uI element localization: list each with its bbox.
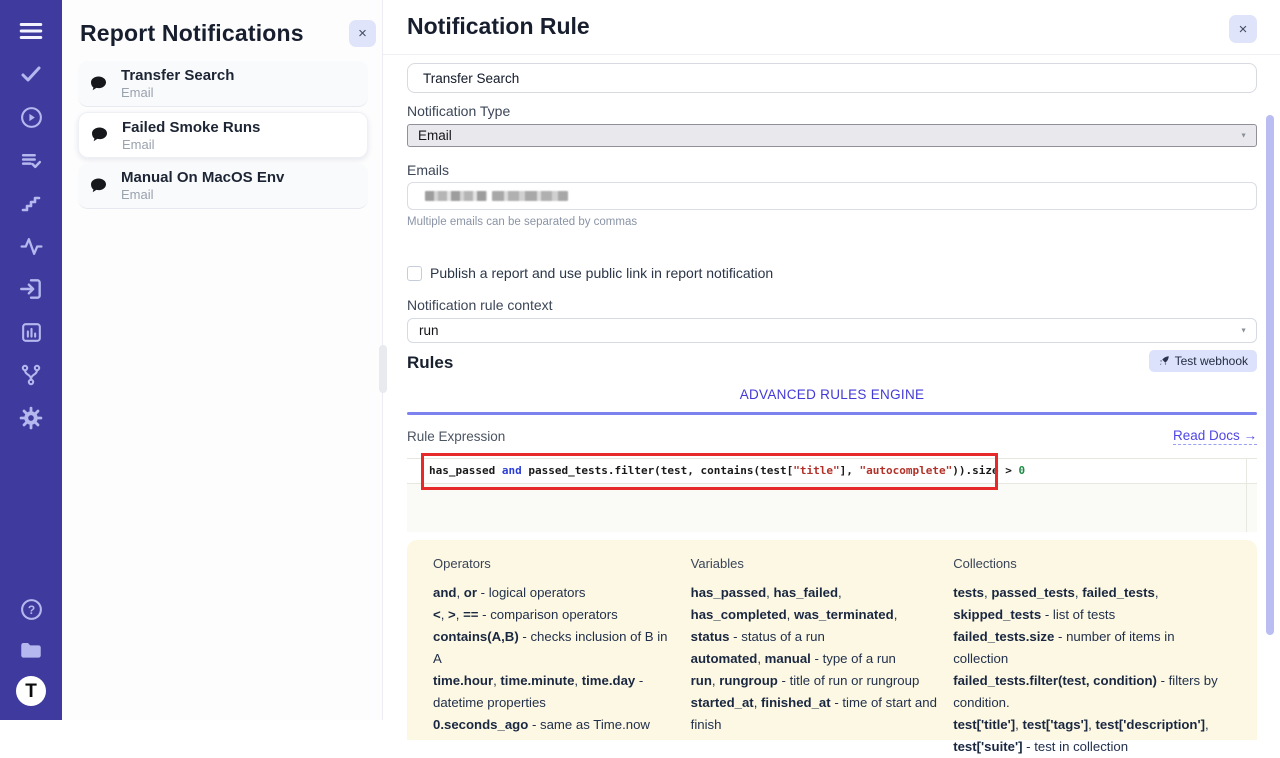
app-sidebar: ? T [0, 0, 62, 720]
editor-divider [1246, 458, 1247, 532]
read-docs-link[interactable]: Read Docs → [1173, 428, 1257, 445]
context-select[interactable]: run ▼ [407, 318, 1257, 343]
notification-list-item[interactable]: Failed Smoke Runs Email [78, 112, 368, 158]
help-column-title: Operators [433, 556, 677, 571]
emails-helper-text: Multiple emails can be separated by comm… [407, 216, 1257, 228]
activity-icon[interactable] [16, 231, 46, 261]
help-entry: <, >, == - comparison operators [433, 604, 677, 626]
notification-title: Manual On MacOS Env [121, 169, 284, 186]
emails-input[interactable] [407, 182, 1257, 210]
notification-type: Email [121, 85, 234, 100]
help-entry: 0.seconds_ago - same as Time.now [433, 714, 677, 736]
report-notifications-panel: Report Notifications × Transfer Search E… [62, 0, 383, 720]
rule-expression-editor[interactable]: has_passed and passed_tests.filter(test,… [407, 458, 1257, 532]
rule-expression-label: Rule Expression [407, 429, 505, 444]
test-webhook-label: Test webhook [1175, 354, 1248, 368]
notification-list-item[interactable]: Manual On MacOS Env Email [78, 163, 368, 209]
help-column-title: Variables [691, 556, 940, 571]
context-label: Notification rule context [407, 297, 1257, 313]
notification-type-value: Email [418, 128, 452, 143]
sign-in-icon[interactable] [16, 274, 46, 304]
gear-icon[interactable] [16, 403, 46, 433]
rocket-icon [1158, 355, 1170, 367]
help-column-collections: Collections tests, passed_tests, failed_t… [953, 556, 1231, 758]
svg-text:?: ? [27, 602, 34, 616]
emails-label: Emails [407, 162, 1257, 178]
rule-name-input[interactable] [407, 63, 1257, 93]
help-entry: run, rungroup - title of run or rungroup [691, 670, 940, 692]
rules-help-panel: Operators and, or - logical operators<, >… [407, 540, 1257, 740]
help-entry: has_passed, has_failed, has_completed, w… [691, 582, 940, 648]
notification-rule-dialog: Notification Rule × Notification Type Em… [383, 0, 1280, 720]
help-circle-icon[interactable]: ? [16, 594, 46, 624]
notification-title: Failed Smoke Runs [122, 119, 260, 136]
test-webhook-button[interactable]: Test webhook [1149, 350, 1257, 372]
help-entry: and, or - logical operators [433, 582, 677, 604]
panel-title: Report Notifications [80, 20, 304, 47]
help-column-title: Collections [953, 556, 1231, 571]
bar-chart-icon[interactable] [16, 317, 46, 347]
panel-resize-handle[interactable] [379, 345, 387, 393]
rules-heading: Rules [407, 350, 453, 373]
play-circle-icon[interactable] [16, 102, 46, 132]
notification-title: Transfer Search [121, 67, 234, 84]
help-entry: failed_tests.size - number of items in c… [953, 626, 1231, 670]
help-column-variables: Variables has_passed, has_failed, has_com… [691, 556, 940, 758]
help-entry: contains(A,B) - checks inclusion of B in… [433, 626, 677, 670]
folder-icon[interactable] [16, 635, 46, 665]
vertical-scrollbar[interactable] [1266, 115, 1274, 635]
chat-bubble-icon [88, 176, 109, 196]
publish-checkbox-label: Publish a report and use public link in … [430, 265, 773, 281]
notification-type: Email [121, 187, 284, 202]
context-value: run [419, 323, 439, 338]
check-icon[interactable] [16, 59, 46, 89]
help-entry: test['title'], test['tags'], test['descr… [953, 714, 1231, 758]
chat-bubble-icon [89, 125, 110, 145]
help-entry: time.hour, time.minute, time.day - datet… [433, 670, 677, 714]
testomat-logo[interactable]: T [16, 676, 46, 706]
chevron-down-icon: ▼ [1240, 125, 1247, 146]
list-check-icon[interactable] [16, 145, 46, 175]
notification-type-select[interactable]: Email ▼ [407, 124, 1257, 147]
dialog-close-button[interactable]: × [1229, 15, 1257, 43]
publish-checkbox[interactable] [407, 266, 422, 281]
notification-list: Transfer Search Email Failed Smoke Runs … [62, 47, 382, 209]
steps-icon[interactable] [16, 188, 46, 218]
notification-list-item[interactable]: Transfer Search Email [78, 61, 368, 107]
branch-icon[interactable] [16, 360, 46, 390]
help-entry: automated, manual - type of a run [691, 648, 940, 670]
panel-close-button[interactable]: × [349, 20, 376, 47]
help-entry: started_at, finished_at - time of start … [691, 692, 940, 736]
notification-type: Email [122, 137, 260, 152]
redacted-email-value [425, 191, 568, 201]
help-column-operators: Operators and, or - logical operators<, >… [433, 556, 677, 758]
notification-type-label: Notification Type [407, 103, 1257, 119]
tab-advanced-rules-engine[interactable]: ADVANCED RULES ENGINE [740, 387, 925, 402]
chevron-down-icon: ▼ [1240, 319, 1247, 342]
menu-icon[interactable] [16, 16, 46, 46]
tab-underline [407, 412, 1257, 415]
chat-bubble-icon [88, 74, 109, 94]
help-entry: failed_tests.filter(test, condition) - f… [953, 670, 1231, 714]
help-entry: tests, passed_tests, failed_tests, skipp… [953, 582, 1231, 626]
rule-expression-code[interactable]: has_passed and passed_tests.filter(test,… [407, 458, 1257, 484]
dialog-title: Notification Rule [407, 13, 590, 40]
